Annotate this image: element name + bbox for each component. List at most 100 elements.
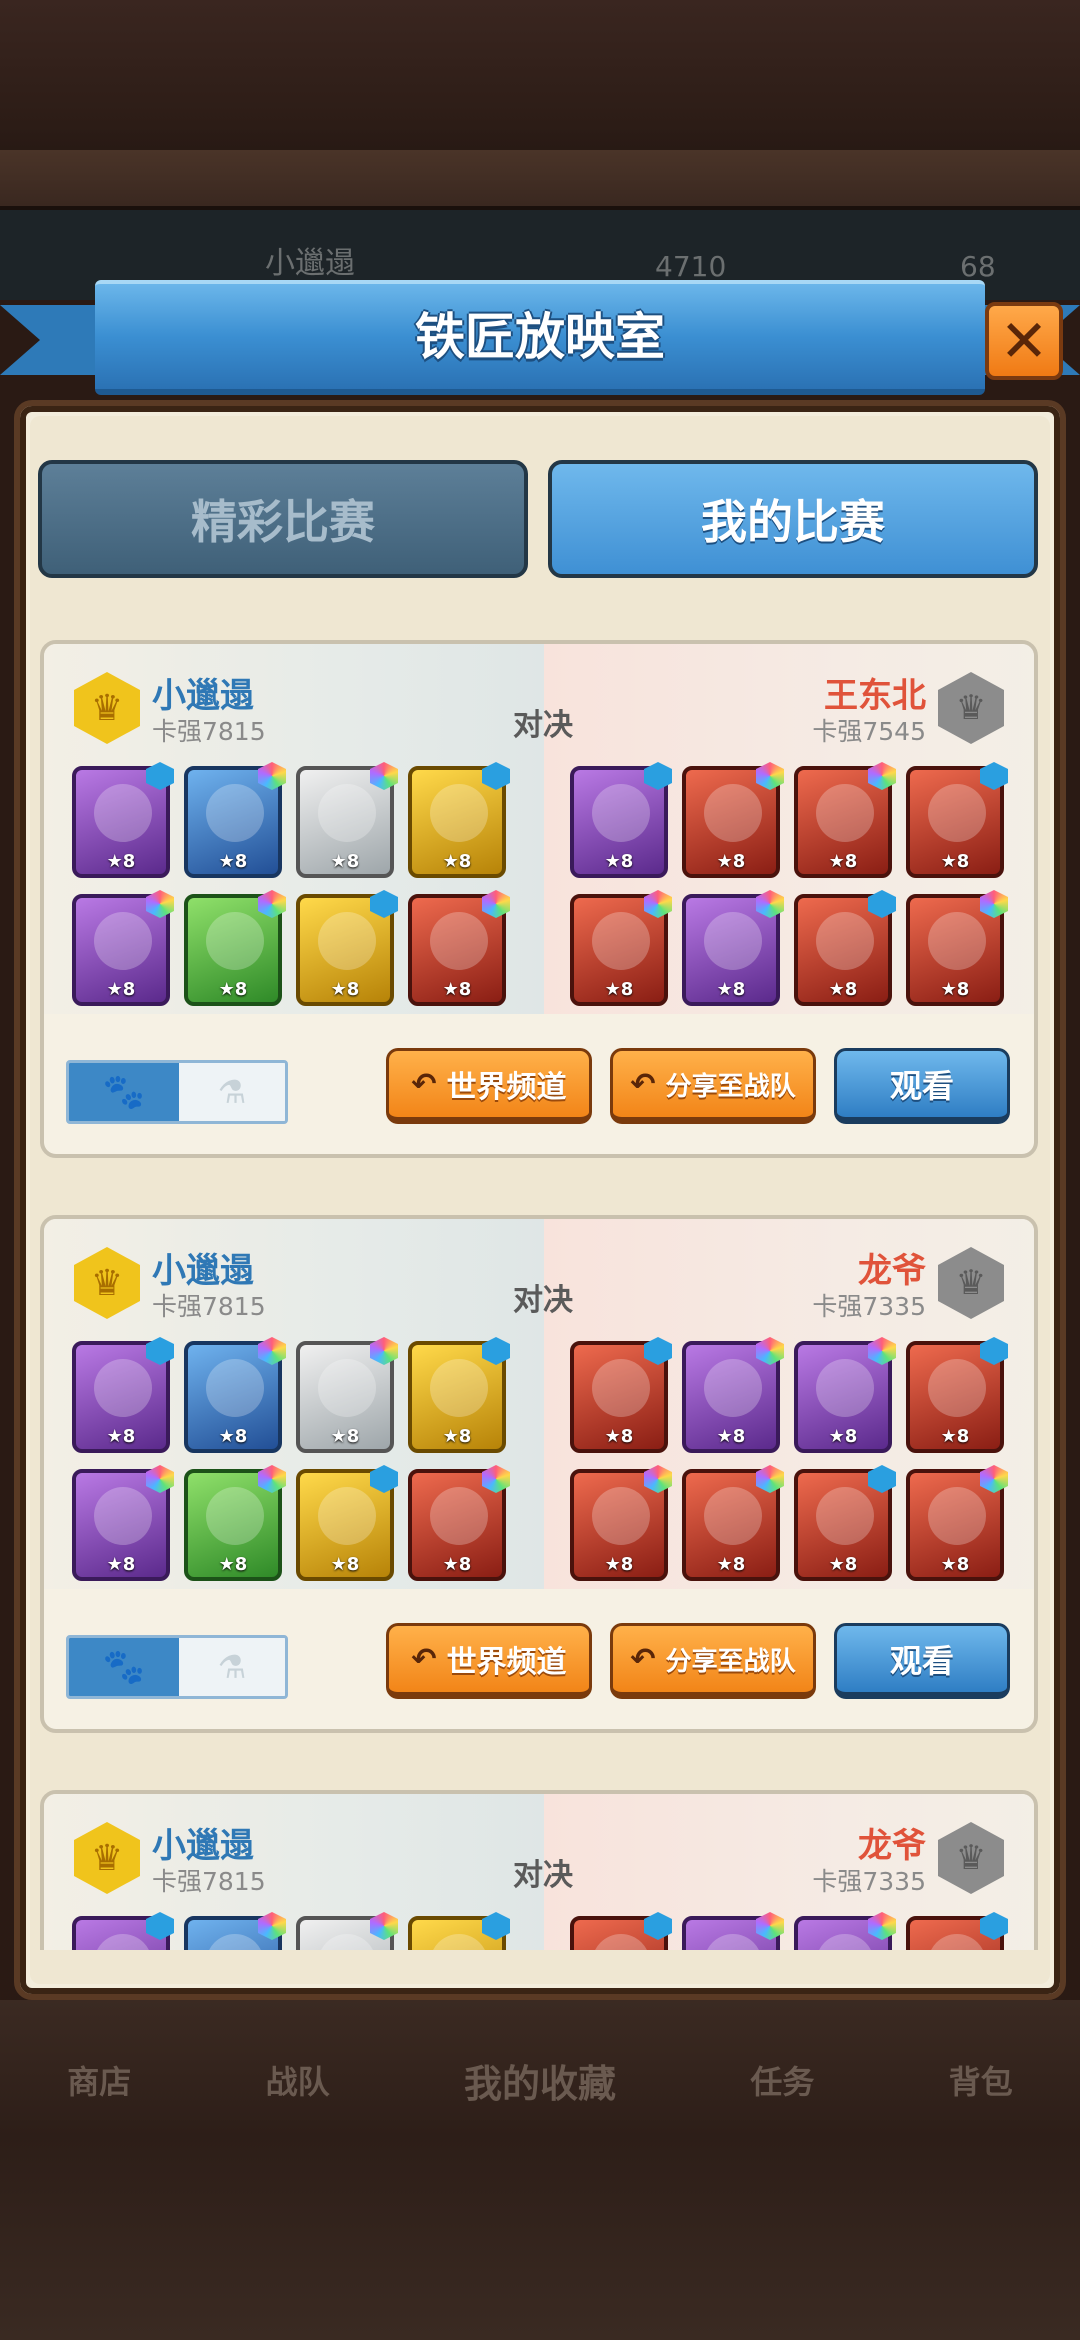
match-list[interactable]: ♛ 小邋遢 卡强7815 对决 王东北 卡强7545 ♛ ★8 ★8 ★8 ★8 ★8 ★… (40, 640, 1040, 1950)
hero-portrait (704, 1359, 762, 1417)
hero-portrait (816, 1934, 874, 1950)
hero-star-level: ★8 (716, 851, 746, 872)
hero-card[interactable]: ★8 (72, 1337, 174, 1453)
hero-card[interactable]: ★8 (794, 1465, 896, 1581)
paw-icon[interactable]: 🐾 (69, 1063, 179, 1121)
hero-card[interactable]: ★8 (906, 1912, 1008, 1950)
hero-card[interactable]: ★8 (570, 1912, 672, 1950)
tab-bar: 精彩比赛 我的比赛 (38, 460, 1038, 580)
hero-star-level: ★8 (442, 979, 472, 1000)
hero-star-level: ★8 (442, 1554, 472, 1575)
hero-card[interactable]: ★8 (296, 1912, 398, 1950)
rarity-gem-icon (644, 1912, 672, 1940)
hero-card[interactable]: ★8 (184, 1465, 286, 1581)
replay-mode-toggle[interactable]: 🐾 ⚗ (66, 1060, 288, 1124)
rarity-gem-icon (258, 762, 286, 790)
hero-card[interactable]: ★8 (184, 762, 286, 878)
hero-card[interactable]: ★8 (72, 1465, 174, 1581)
paw-icon[interactable]: 🐾 (69, 1638, 179, 1696)
hero-card[interactable]: ★8 (72, 1912, 174, 1950)
hero-card[interactable]: ★8 (296, 1465, 398, 1581)
hero-portrait (206, 1934, 264, 1950)
watch-button[interactable]: 观看 (834, 1048, 1010, 1124)
hero-star-level: ★8 (106, 979, 136, 1000)
hero-portrait (94, 1487, 152, 1545)
hero-card[interactable]: ★8 (296, 762, 398, 878)
hero-portrait (928, 1359, 986, 1417)
hero-card[interactable]: ★8 (184, 890, 286, 1006)
right-player-power: 卡强7335 (812, 1867, 926, 1896)
rarity-gem-icon (370, 762, 398, 790)
hero-card[interactable]: ★8 (408, 1912, 510, 1950)
rarity-gem-icon (258, 1912, 286, 1940)
nav-collection: 我的收藏 (463, 2061, 616, 2106)
rarity-gem-icon (644, 1465, 672, 1493)
rarity-gem-icon (258, 890, 286, 918)
hero-card[interactable]: ★8 (794, 890, 896, 1006)
potion-icon[interactable]: ⚗ (179, 1638, 285, 1696)
hero-card[interactable]: ★8 (296, 890, 398, 1006)
rarity-gem-icon (146, 1337, 174, 1365)
hero-card[interactable]: ★8 (682, 890, 784, 1006)
hero-portrait (206, 784, 264, 842)
hero-card[interactable]: ★8 (408, 1465, 510, 1581)
hero-card[interactable]: ★8 (184, 1912, 286, 1950)
rarity-gem-icon (482, 890, 510, 918)
hero-card[interactable]: ★8 (794, 1912, 896, 1950)
rarity-gem-icon (482, 1912, 510, 1940)
replay-mode-toggle[interactable]: 🐾 ⚗ (66, 1635, 288, 1699)
hero-card[interactable]: ★8 (906, 890, 1008, 1006)
hero-card[interactable]: ★8 (408, 890, 510, 1006)
hero-star-level: ★8 (604, 851, 634, 872)
dialog-title: 铁匠放映室 (415, 308, 665, 366)
hero-star-level: ★8 (218, 1554, 248, 1575)
hero-card[interactable]: ★8 (682, 1912, 784, 1950)
watch-button[interactable]: 观看 (834, 1623, 1010, 1699)
hero-card[interactable]: ★8 (906, 1337, 1008, 1453)
rarity-gem-icon (146, 1912, 174, 1940)
rarity-gem-icon (756, 1465, 784, 1493)
hero-card[interactable]: ★8 (72, 890, 174, 1006)
hero-card[interactable]: ★8 (184, 1337, 286, 1453)
hero-star-level: ★8 (604, 1554, 634, 1575)
share-team-button[interactable]: ↶ 分享至战队 (610, 1048, 816, 1124)
share-world-channel-button[interactable]: ↶ 世界频道 (386, 1623, 592, 1699)
share-arrow-icon: ↶ (411, 1066, 437, 1102)
rarity-gem-icon (644, 762, 672, 790)
rarity-gem-icon (756, 890, 784, 918)
hero-card[interactable]: ★8 (570, 890, 672, 1006)
rarity-gem-icon (980, 890, 1008, 918)
hero-card[interactable]: ★8 (906, 1465, 1008, 1581)
hero-card[interactable]: ★8 (408, 1337, 510, 1453)
close-button[interactable]: ✕ (985, 302, 1063, 380)
hero-card[interactable]: ★8 (570, 1465, 672, 1581)
hero-card[interactable]: ★8 (72, 762, 174, 878)
share-team-button[interactable]: ↶ 分享至战队 (610, 1623, 816, 1699)
hero-portrait (928, 1934, 986, 1950)
left-hero-grid: ★8 ★8 ★8 ★8 ★8 ★8 ★8 ★8 (72, 762, 522, 1006)
nav-team: 战队 (265, 2063, 330, 2101)
hero-card[interactable]: ★8 (570, 1337, 672, 1453)
tab-my-matches[interactable]: 我的比赛 (548, 460, 1038, 578)
hero-star-level: ★8 (218, 1426, 248, 1447)
hero-card[interactable]: ★8 (682, 1337, 784, 1453)
hero-portrait (592, 912, 650, 970)
hero-card[interactable]: ★8 (794, 762, 896, 878)
hero-card[interactable]: ★8 (794, 1337, 896, 1453)
hero-card[interactable]: ★8 (682, 1465, 784, 1581)
hero-card[interactable]: ★8 (570, 762, 672, 878)
hero-star-level: ★8 (106, 1426, 136, 1447)
share-world-label: 世界频道 (446, 1070, 567, 1105)
hero-card[interactable]: ★8 (296, 1337, 398, 1453)
hero-card[interactable]: ★8 (906, 762, 1008, 878)
hero-card[interactable]: ★8 (682, 762, 784, 878)
hero-card[interactable]: ★8 (408, 762, 510, 878)
share-world-channel-button[interactable]: ↶ 世界频道 (386, 1048, 592, 1124)
tab-highlight-matches[interactable]: 精彩比赛 (38, 460, 528, 578)
potion-icon[interactable]: ⚗ (179, 1063, 285, 1121)
hero-portrait (704, 1487, 762, 1545)
match-card: ♛ 小邋遢 卡强7815 对决 王东北 卡强7545 ♛ ★8 ★8 ★8 ★8 ★8 ★… (40, 640, 1038, 1158)
rarity-gem-icon (370, 890, 398, 918)
hero-star-level: ★8 (828, 1554, 858, 1575)
rarity-gem-icon (146, 1465, 174, 1493)
